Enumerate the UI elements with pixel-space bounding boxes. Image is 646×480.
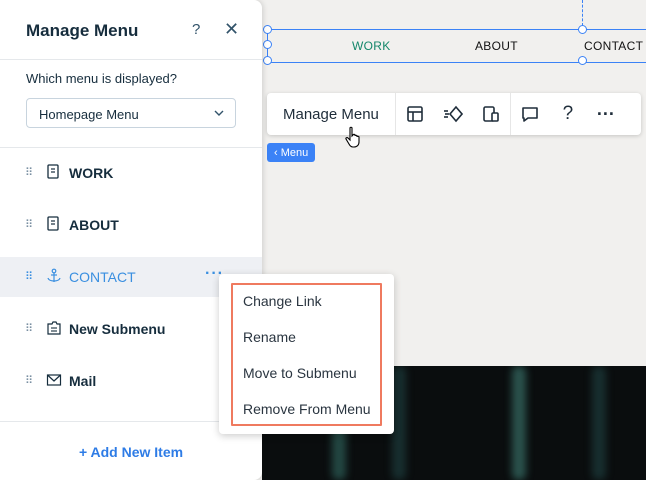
resize-handle[interactable] [263,25,272,34]
help-button[interactable]: ? [192,21,200,38]
guide-line [582,0,583,26]
close-button[interactable]: ✕ [224,19,239,40]
canvas-nav-work[interactable]: WORK [352,39,391,53]
more-glyph: ··· [596,103,615,124]
manage-menu-button[interactable]: Manage Menu [267,106,395,123]
drag-handle-icon[interactable]: ⠿ [25,374,33,387]
drag-handle-icon[interactable]: ⠿ [25,166,33,179]
anchor-icon [47,268,61,282]
devices-icon[interactable] [472,93,510,135]
menu-item-move-to-submenu[interactable]: Move to Submenu [243,365,357,381]
resize-handle[interactable] [578,25,587,34]
list-item-label: ABOUT [69,217,119,233]
item-context-menu: Change Link Rename Move to Submenu Remov… [219,274,394,434]
list-item[interactable]: ⠿ ABOUT [0,205,262,245]
drag-handle-icon[interactable]: ⠿ [25,218,33,231]
layout-icon[interactable] [396,93,434,135]
element-toolbar: Manage Menu ? ··· [267,93,641,135]
chevron-down-icon [214,110,224,116]
menu-breadcrumb-chip[interactable]: ‹ Menu [267,143,316,162]
panel-title: Manage Menu [26,21,139,40]
canvas-nav-contact[interactable]: CONTACT [584,39,643,53]
hand-cursor-icon [345,126,360,148]
menu-select-label: Which menu is displayed? [26,71,178,86]
list-item-label: CONTACT [69,269,136,285]
list-item-label: Mail [69,373,97,389]
page-icon [47,164,59,179]
menu-item-rename[interactable]: Rename [243,329,296,345]
comment-icon[interactable] [511,93,549,135]
dropdown-value: Homepage Menu [39,107,139,122]
mail-icon [46,374,62,386]
help-icon[interactable]: ? [549,93,587,135]
add-new-item-button[interactable]: + Add New Item [0,444,262,460]
menu-item-remove-from-menu[interactable]: Remove From Menu [243,401,371,417]
list-item-label: WORK [69,165,114,181]
drag-handle-icon[interactable]: ⠿ [25,322,33,335]
resize-handle[interactable] [578,56,587,65]
list-item[interactable]: ⠿ WORK [0,153,262,193]
menu-item-change-link[interactable]: Change Link [243,293,322,309]
submenu-icon [47,321,61,335]
list-item-label: New Submenu [69,321,166,337]
divider [0,59,262,60]
page-icon [47,216,59,231]
help-glyph: ? [562,103,574,124]
resize-handle[interactable] [263,56,272,65]
menu-dropdown[interactable]: Homepage Menu [26,98,236,128]
animation-icon[interactable] [434,93,472,135]
drag-handle-icon[interactable]: ⠿ [25,270,33,283]
resize-handle[interactable] [263,40,272,49]
more-icon[interactable]: ··· [587,93,625,135]
canvas-nav-about[interactable]: ABOUT [475,39,518,53]
divider [0,147,262,148]
